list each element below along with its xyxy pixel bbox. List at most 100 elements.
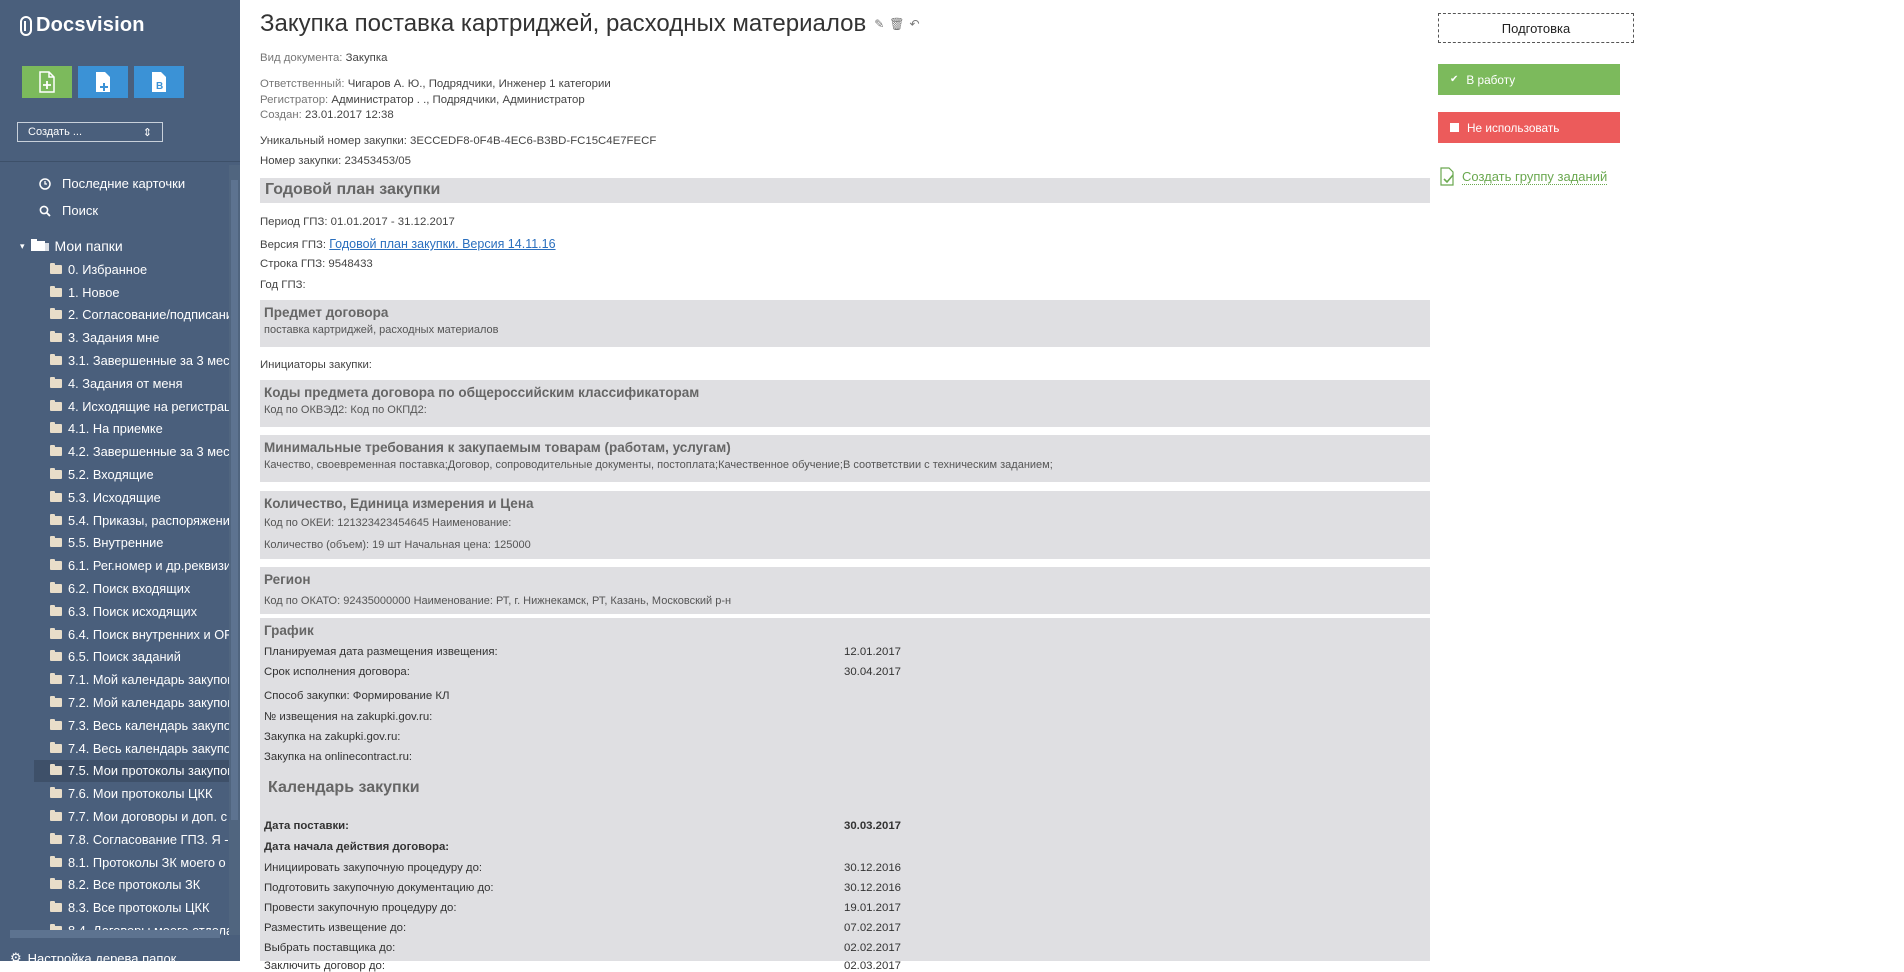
folder-icon [50, 901, 62, 913]
folder-item[interactable]: 0. Избранное [50, 258, 230, 281]
folder-item[interactable]: 3. Задания мне [50, 326, 230, 349]
state-indicator: Подготовка [1438, 13, 1634, 43]
folder-label: 5.3. Исходящие [68, 489, 161, 505]
folder-item[interactable]: 5.2. Входящие [50, 463, 230, 486]
plan-version-link[interactable]: Годовой план закупки. Версия 14.11.16 [329, 237, 555, 251]
check-icon: ✔ [1450, 74, 1459, 85]
folder-tree: 0. Избранное 1. Новое 2. Согласование/по… [34, 258, 230, 942]
folder-item[interactable]: 2. Согласование/подписание [50, 304, 230, 327]
folder-item[interactable]: 7.3. Весь календарь закупок [50, 714, 230, 737]
folder-item[interactable]: 3.1. Завершенные за 3 месяца [50, 349, 230, 372]
nav-recent-label: Последние карточки [62, 176, 186, 191]
create-incoming-button[interactable]: B [134, 66, 184, 98]
search-icon [38, 204, 52, 218]
folder-label: 8.2. Все протоколы ЗК [68, 877, 201, 893]
folder-icon [50, 787, 62, 799]
trash-icon[interactable]: 🗑 [889, 17, 904, 31]
document-title-row: Закупка поставка картриджей, расходных м… [260, 10, 920, 38]
pencil-icon[interactable]: ✎ [874, 17, 884, 31]
folder-item[interactable]: 7.2. Мой календарь закупок [50, 691, 230, 714]
to-work-button[interactable]: ✔ В работу [1438, 64, 1620, 95]
create-task-group-link[interactable]: Создать группу заданий [1440, 167, 1608, 187]
folder-item[interactable]: 4.1. На приемке [50, 418, 230, 441]
calendar-row-label: Заключить договор до: [264, 960, 386, 972]
tree-horizontal-scrollbar[interactable] [10, 930, 220, 938]
uid-label: Уникальный номер закупки: [260, 135, 407, 147]
app-logo[interactable]: Docsvision [20, 14, 145, 37]
create-outgoing-button[interactable] [78, 66, 128, 98]
folder-item[interactable]: 6.2. Поиск входящих [50, 577, 230, 600]
folder-item[interactable]: 5.5. Внутренние [50, 532, 230, 555]
nav-recent-cards[interactable]: Последние карточки [38, 176, 185, 191]
folder-item[interactable]: 8.2. Все протоколы ЗК [50, 874, 230, 897]
folder-item[interactable]: 6.3. Поиск исходящих [50, 600, 230, 623]
logo-icon [20, 15, 32, 36]
tree-scroll-thumb[interactable] [231, 180, 238, 820]
number-label: Номер закупки: [260, 155, 342, 167]
folder-icon [50, 855, 62, 867]
folder-item[interactable]: 4.2. Завершенные за 3 месяца [50, 440, 230, 463]
folder-item[interactable]: 5.3. Исходящие [50, 486, 230, 509]
folder-icon [50, 764, 62, 776]
folder-icon [50, 262, 62, 274]
created-value: 23.01.2017 12:38 [305, 109, 394, 121]
requirements-title: Минимальные требования к закупаемым това… [264, 440, 731, 455]
plan-version: Версия ГПЗ: Годовой план закупки. Версия… [260, 237, 556, 251]
folder-item[interactable]: 5.4. Приказы, распоряжения [50, 509, 230, 532]
created: Создан: 23.01.2017 12:38 [260, 109, 394, 121]
responsible: Ответственный: Чигаров А. Ю., Подрядчики… [260, 78, 611, 90]
to-work-label: В работу [1466, 72, 1516, 87]
folder-item[interactable]: 6.5. Поиск заданий [50, 646, 230, 669]
not-use-button[interactable]: Не использовать [1438, 112, 1620, 143]
create-document-button[interactable] [22, 66, 72, 98]
folder-label: 2. Согласование/подписание [68, 307, 230, 323]
folder-item[interactable]: 8.1. Протоколы ЗК моего о [50, 851, 230, 874]
folder-tree-settings[interactable]: ⚙ Настройка дерева папок [10, 950, 176, 961]
plan-period: Период ГПЗ: 01.01.2017 - 31.12.2017 [260, 216, 455, 228]
create-select[interactable]: Создать ... ⇕ [17, 122, 163, 142]
folder-icon [50, 468, 62, 480]
folder-label: 6.3. Поиск исходящих [68, 603, 198, 619]
calendar-row-value: 30.12.2016 [844, 882, 902, 894]
folder-icon [50, 285, 62, 297]
region-value: Код по ОКАТО: 92435000000 Наименование: … [264, 595, 732, 607]
registrar-label: Регистратор: [260, 94, 329, 106]
folder-label: 7.6. Мои протоколы ЦКК [68, 786, 213, 802]
folder-label: 6.5. Поиск заданий [68, 649, 181, 665]
select-arrows-icon: ⇕ [142, 126, 152, 139]
folder-item[interactable]: 4. Задания от меня [50, 372, 230, 395]
folder-item[interactable]: 7.4. Весь календарь закупок [50, 737, 230, 760]
subject-value: поставка картриджей, расходных материало… [264, 324, 499, 336]
logo-text: Docsvision [36, 14, 145, 36]
folder-item[interactable]: 1. Новое [50, 281, 230, 304]
registrar-value: Администратор . ., Подрядчики, Администр… [331, 94, 585, 106]
folder-icon [50, 513, 62, 525]
folder-item[interactable]: 8.3. Все протоколы ЦКК [50, 896, 230, 919]
folder-icon [50, 376, 62, 388]
sidebar: Docsvision B Создать ... ⇕ Последние кар… [0, 0, 240, 961]
folder-label: 8.1. Протоколы ЗК моего о [68, 854, 226, 870]
folder-item[interactable]: 7.6. Мои протоколы ЦКК [50, 782, 230, 805]
folder-item[interactable]: 6.1. Рег.номер и др.реквизиты [50, 554, 230, 577]
nav-search[interactable]: Поиск [38, 203, 98, 218]
folder-icon [50, 741, 62, 753]
uid-value: 3ECCEDF8-0F4B-4EC6-B3BD-FC15C4E7FECF [410, 135, 657, 147]
created-label: Создан: [260, 109, 302, 121]
folder-item[interactable]: 7.7. Мои договоры и доп. с [50, 805, 230, 828]
unique-number: Уникальный номер закупки: 3ECCEDF8-0F4B-… [260, 135, 656, 147]
folder-item[interactable]: 6.4. Поиск внутренних и ОРД [50, 623, 230, 646]
folder-item[interactable]: 7.1. Мой календарь закупок [50, 668, 230, 691]
responsible-label: Ответственный: [260, 78, 345, 90]
task-group-icon [1440, 167, 1454, 186]
undo-icon[interactable]: ↶ [910, 17, 920, 31]
my-folders-node[interactable]: ▾ Мои папки [20, 238, 123, 254]
folder-item[interactable]: 7.8. Согласование ГПЗ. Я - А [50, 828, 230, 851]
folder-label: 4. Задания от меня [68, 375, 183, 391]
folder-icon [50, 490, 62, 502]
plan-year: Год ГПЗ: [260, 279, 306, 291]
folder-item[interactable]: 4. Исходящие на регистрацию [50, 395, 230, 418]
folder-label: 7.3. Весь календарь закупок [68, 717, 230, 733]
folder-item-selected[interactable]: 7.5. Мои протоколы закупок [34, 759, 230, 783]
plan-version-label: Версия ГПЗ: [260, 239, 327, 251]
collapse-caret-icon[interactable]: ▾ [20, 241, 25, 252]
